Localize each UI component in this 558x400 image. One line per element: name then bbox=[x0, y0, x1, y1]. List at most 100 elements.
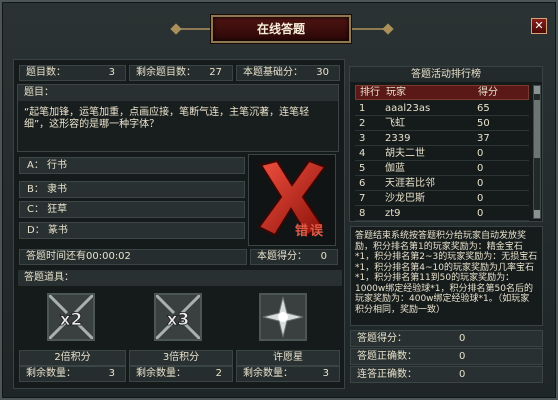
svg-text:x2: x2 bbox=[60, 310, 83, 330]
ranking-header-score: 得分 bbox=[478, 87, 498, 98]
question-count-label: 题目数： bbox=[26, 67, 66, 78]
rank-cell: 6 bbox=[359, 178, 366, 189]
player-cell: 天涯若比邻 bbox=[385, 178, 435, 189]
ranking-title: 答题活动排行榜 bbox=[350, 67, 542, 82]
streak-count-cell: 连答正确数： 0 bbox=[350, 366, 543, 383]
option-b[interactable]: B： 隶书 bbox=[19, 181, 245, 198]
player-cell: 2339 bbox=[385, 133, 411, 144]
question-label: 题目： bbox=[18, 85, 338, 101]
quiz-window: 在线答题 ✕ 题目数： 3 剩余题目数： 27 本题基础分： 30 题目： “起… bbox=[0, 0, 558, 400]
player-cell: 伽蓝 bbox=[385, 163, 405, 174]
correct-count-value: 0 bbox=[459, 351, 466, 362]
window-title: 在线答题 bbox=[211, 15, 351, 43]
scroll-up-arrow[interactable] bbox=[534, 86, 540, 94]
ranking-scrollbar[interactable] bbox=[533, 85, 541, 219]
player-cell: 飞虹 bbox=[385, 118, 405, 129]
item-slot-triple-points[interactable]: x3 bbox=[154, 293, 202, 341]
total-score-cell: 答题得分： 0 bbox=[350, 330, 543, 347]
wrong-label: 错误 bbox=[295, 224, 326, 239]
player-cell: 沙龙巴斯 bbox=[385, 193, 425, 204]
item-name-triple-points: 3倍积分 bbox=[129, 350, 233, 366]
item-remaining-value: 3 bbox=[108, 368, 115, 379]
score-cell: 0 bbox=[477, 178, 484, 189]
question-score-cell: 本题得分： 0 bbox=[250, 249, 338, 265]
base-score-label: 本题基础分： bbox=[243, 67, 303, 78]
item-remaining-value: 3 bbox=[322, 368, 329, 379]
player-cell: aaal23as bbox=[385, 103, 431, 114]
rules-box: 答题结束系统按答题积分给玩家自动发放奖励，积分排名第1的玩家奖励为：精金宝石*1… bbox=[350, 226, 543, 326]
player-cell: zt9 bbox=[385, 208, 401, 219]
ranking-row: 1 aaal23as 65 bbox=[355, 101, 529, 116]
option-a[interactable]: A： 行书 bbox=[19, 157, 245, 174]
remaining-questions-cell: 剩余题目数： 27 bbox=[129, 65, 233, 81]
streak-count-label: 连答正确数： bbox=[357, 369, 417, 380]
question-count-value: 3 bbox=[108, 67, 115, 78]
rank-cell: 8 bbox=[359, 208, 366, 219]
item-slot-double-points[interactable]: x2 bbox=[47, 293, 95, 341]
total-score-label: 答题得分： bbox=[357, 333, 407, 344]
item-remaining-wish-star: 剩余数量： 3 bbox=[236, 366, 340, 382]
base-score-value: 30 bbox=[316, 67, 329, 78]
scroll-down-arrow[interactable] bbox=[534, 210, 540, 218]
ranking-header-player: 玩家 bbox=[386, 87, 406, 98]
correct-count-cell: 答题正确数： 0 bbox=[350, 348, 543, 365]
score-cell: 0 bbox=[477, 208, 484, 219]
svg-text:x3: x3 bbox=[167, 310, 190, 330]
question-count-cell: 题目数： 3 bbox=[19, 65, 126, 81]
ranking-row: 8 zt9 0 bbox=[355, 206, 529, 221]
option-c[interactable]: C： 狂草 bbox=[19, 201, 245, 218]
question-box: 题目： “起笔加锋，运笔加重，点画应接，笔断气连，主笔沉著，连笔轻细”，这形容的… bbox=[17, 84, 339, 152]
question-score-value: 0 bbox=[320, 251, 327, 262]
player-cell: 胡夫二世 bbox=[385, 148, 425, 159]
ranking-row: 3 2339 37 bbox=[355, 131, 529, 146]
ranking-row: 5 伽蓝 0 bbox=[355, 161, 529, 176]
rank-cell: 7 bbox=[359, 193, 366, 204]
option-d[interactable]: D： 篆书 bbox=[19, 222, 245, 239]
score-cell: 0 bbox=[477, 193, 484, 204]
rank-cell: 2 bbox=[359, 118, 366, 129]
scroll-thumb[interactable] bbox=[534, 100, 540, 158]
ranking-row: 7 沙龙巴斯 0 bbox=[355, 191, 529, 206]
ranking-panel: 答题活动排行榜 排行 玩家 得分 1 aaal23as 65 2 飞虹 50 3 2339… bbox=[349, 66, 543, 222]
rules-text: 答题结束系统按答题积分给玩家自动发放奖励，积分排名第1的玩家奖励为：精金宝石*1… bbox=[355, 231, 538, 315]
correct-count-label: 答题正确数： bbox=[357, 351, 417, 362]
ranking-header: 排行 玩家 得分 bbox=[355, 85, 529, 100]
ranking-row: 2 飞虹 50 bbox=[355, 116, 529, 131]
streak-count-value: 0 bbox=[459, 369, 466, 380]
total-score-value: 0 bbox=[459, 333, 466, 344]
items-section-label: 答题道具： bbox=[18, 270, 342, 286]
ranking-row: 6 天涯若比邻 0 bbox=[355, 176, 529, 191]
x3-icon: x3 bbox=[154, 293, 202, 341]
close-button[interactable]: ✕ bbox=[531, 18, 547, 34]
score-cell: 65 bbox=[477, 103, 490, 114]
item-name-wish-star: 许愿星 bbox=[236, 350, 340, 366]
timer-text: 答题时间还有00:00:02 bbox=[26, 251, 131, 262]
item-remaining-triple-points: 剩余数量： 2 bbox=[129, 366, 233, 382]
item-name-double-points: 2倍积分 bbox=[19, 350, 126, 366]
star-icon bbox=[261, 295, 305, 339]
rank-cell: 4 bbox=[359, 148, 366, 159]
timer-cell: 答题时间还有00:00:02 bbox=[19, 249, 247, 265]
score-cell: 0 bbox=[477, 163, 484, 174]
item-remaining-label: 剩余数量： bbox=[136, 368, 186, 379]
base-score-cell: 本题基础分： 30 bbox=[236, 65, 340, 81]
score-cell: 0 bbox=[477, 148, 484, 159]
item-remaining-value: 2 bbox=[215, 368, 222, 379]
rank-cell: 1 bbox=[359, 103, 366, 114]
item-remaining-label: 剩余数量： bbox=[26, 368, 76, 379]
score-cell: 50 bbox=[477, 118, 490, 129]
question-text: “起笔加锋，运笔加重，点画应接，笔断气连，主笔沉著，连笔轻细”，这形容的是哪一种… bbox=[24, 107, 310, 130]
remaining-questions-value: 27 bbox=[209, 67, 222, 78]
rank-cell: 3 bbox=[359, 133, 366, 144]
score-cell: 37 bbox=[477, 133, 490, 144]
title-ornament-right bbox=[352, 23, 394, 35]
title-ornament-left bbox=[170, 23, 212, 35]
item-remaining-label: 剩余数量： bbox=[243, 368, 293, 379]
ranking-list: 1 aaal23as 65 2 飞虹 50 3 2339 37 4 胡夫二世 0 5 伽蓝 0 6 天… bbox=[355, 101, 529, 221]
answer-result-box: 错误 bbox=[248, 154, 336, 246]
item-slot-wish-star[interactable] bbox=[259, 293, 307, 341]
rank-cell: 5 bbox=[359, 163, 366, 174]
ranking-row: 4 胡夫二世 0 bbox=[355, 146, 529, 161]
item-remaining-double-points: 剩余数量： 3 bbox=[19, 366, 126, 382]
x2-icon: x2 bbox=[47, 293, 95, 341]
